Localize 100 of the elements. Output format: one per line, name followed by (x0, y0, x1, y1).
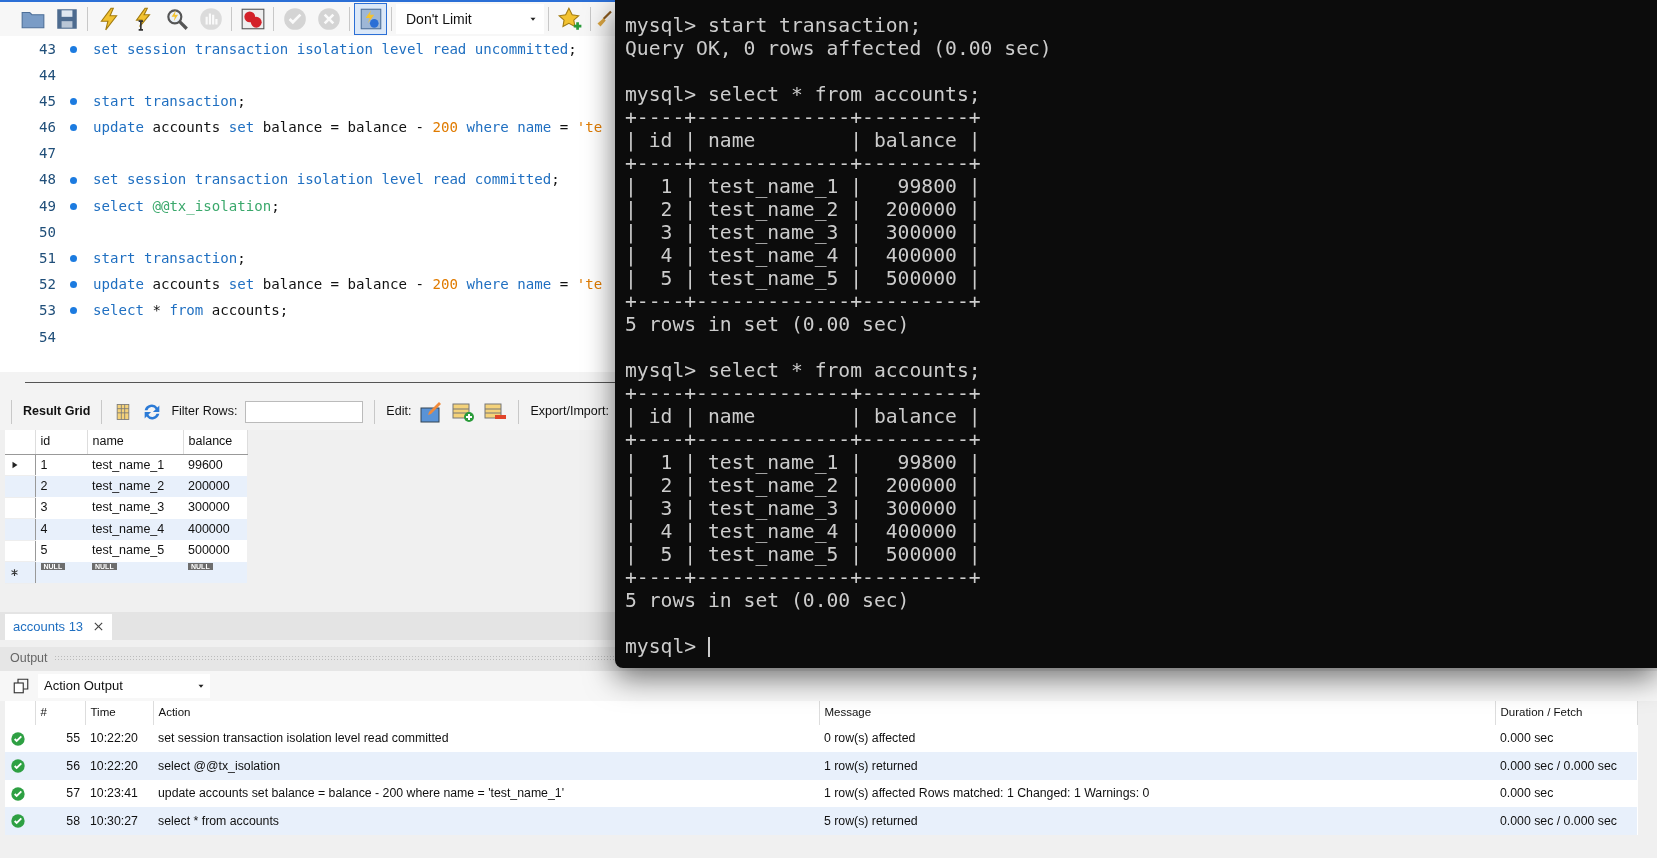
terminal-line: | 4 | test_name_4 | 400000 | (625, 520, 982, 543)
column-header[interactable]: id (35, 430, 87, 454)
terminal-line: mysql> select * from accounts; (625, 359, 982, 382)
terminal-line: +----+-------------+---------+ (625, 566, 982, 589)
line-number: 46 (38, 118, 56, 138)
cross-icon (315, 6, 342, 32)
line-number: 43 (38, 39, 56, 59)
table-cell: select @@tx_isolation (153, 752, 819, 780)
line-number: 48 (38, 170, 56, 190)
line-number: 45 (38, 91, 56, 111)
code-line: set session transaction isolation level read committed; (93, 170, 560, 190)
line-number: 53 (38, 301, 56, 321)
line-number: 47 (38, 144, 56, 164)
table-cell: 10:22:20 (85, 724, 153, 752)
table-cell: 0.000 sec (1495, 724, 1637, 752)
check-icon (281, 6, 308, 32)
table-cell: 57 (35, 779, 85, 807)
terminal-line: +----+-------------+---------+ (625, 106, 982, 129)
line-number: 49 (38, 196, 56, 216)
column-header[interactable]: balance (183, 430, 247, 454)
terminal-line: mysql> select * from accounts; (625, 83, 982, 106)
terminal-line: | 3 | test_name_3 | 300000 | (625, 221, 982, 244)
pencil-icon[interactable] (419, 399, 444, 424)
close-icon[interactable] (93, 621, 105, 633)
table-cell: 99600 (183, 454, 247, 476)
line-number: 44 (38, 65, 56, 85)
code-line: select * from accounts; (93, 301, 289, 321)
brush-icon (596, 10, 614, 28)
column-header[interactable]: Action (153, 700, 819, 725)
terminal-line: | 5 | test_name_5 | 500000 | (625, 267, 982, 290)
output-type-select[interactable]: Action Output (38, 673, 210, 698)
table-cell: 1 row(s) affected Rows matched: 1 Changed: 1 Warnings: 0 (819, 779, 1495, 807)
table-cell: 55 (35, 724, 85, 752)
terminal-line: +----+-------------+---------+ (625, 382, 982, 405)
table-cell: 5 (35, 540, 87, 562)
terminal-line: | 1 | test_name_1 | 99800 | (625, 451, 982, 474)
table-cell: test_name_3 (87, 497, 183, 519)
line-number: 50 (38, 222, 56, 242)
table-cell: update accounts set balance = balance - 200 where name = 'test_name_1' (153, 779, 819, 807)
table-cell: 0.000 sec (1495, 779, 1637, 807)
edit-label: Edit: (386, 403, 412, 421)
column-header[interactable]: Duration / Fetch (1495, 700, 1637, 725)
text-cursor (708, 636, 711, 657)
terminal-line: | id | name | balance | (625, 129, 982, 152)
table-cell: 10:23:41 (85, 779, 153, 807)
table-cell: 5 row(s) returned (819, 807, 1495, 835)
terminal-line: +----+-------------+---------+ (625, 152, 982, 175)
table-cell: 3 (35, 497, 87, 519)
terminal-line: | 3 | test_name_3 | 300000 | (625, 497, 982, 520)
code-line: set session transaction isolation level read uncommitted; (93, 39, 577, 59)
table-cell: test_name_4 (87, 518, 183, 540)
result-grid-tab[interactable]: Result Grid (23, 402, 91, 421)
table-cell: set session transaction isolation level read committed (153, 724, 819, 752)
filter-label: Filter Rows: (171, 403, 238, 421)
column-header[interactable]: name (87, 430, 183, 454)
code-line: update accounts set balance = balance - 200 where name = 'te (93, 275, 603, 295)
table-cell: 0 row(s) affected (819, 724, 1495, 752)
terminal-line: | 2 | test_name_2 | 200000 | (625, 474, 982, 497)
table-cell: select * from accounts (153, 807, 819, 835)
result-tab[interactable]: accounts 13 (5, 614, 113, 640)
toolbar-button[interactable] (354, 3, 387, 35)
table-cell: 0.000 sec / 0.000 sec (1495, 807, 1637, 835)
code-line: start transaction; (93, 249, 246, 268)
table-cell: test_name_5 (87, 540, 183, 562)
line-number: 52 (38, 275, 56, 295)
table-cell: 500000 (183, 540, 247, 562)
table-cell: 400000 (183, 518, 247, 540)
column-header[interactable]: Message (819, 700, 1495, 725)
table-cell: 300000 (183, 497, 247, 519)
copy-icon[interactable] (12, 676, 30, 695)
terminal-line: +----+-------------+---------+ (625, 428, 982, 451)
table-cell: 1 row(s) returned (819, 752, 1495, 780)
terminal-line: +----+-------------+---------+ (625, 290, 982, 313)
table-cell: 10:30:27 (85, 807, 153, 835)
line-number: 51 (38, 249, 56, 268)
terminal-line: | id | name | balance | (625, 405, 982, 428)
terminal-line: Query OK, 0 rows affected (0.00 sec) (625, 37, 1053, 60)
table-cell: 10:22:20 (85, 752, 153, 780)
table-cell: test_name_2 (87, 475, 183, 497)
table-cell: 56 (35, 752, 85, 780)
filter-field[interactable] (245, 400, 364, 423)
export-import-label: Export/Import: (530, 403, 609, 421)
table-cell: 58 (35, 807, 85, 835)
terminal-line: | 4 | test_name_4 | 400000 | (625, 244, 982, 267)
table-cell: test_name_1 (87, 454, 183, 476)
terminal-line: 5 rows in set (0.00 sec) (625, 589, 911, 612)
panel-title: Output (10, 650, 48, 668)
line-number: 54 (38, 327, 56, 347)
terminal-line: | 5 | test_name_5 | 500000 | (625, 543, 982, 566)
terminal-line: mysql> start transaction; (625, 14, 923, 37)
terminal-line: | 1 | test_name_1 | 99800 | (625, 175, 982, 198)
terminal-line: | 2 | test_name_2 | 200000 | (625, 198, 982, 221)
table-cell: 200000 (183, 475, 247, 497)
asterisk-icon (10, 568, 19, 578)
terminal-prompt: mysql> (625, 635, 697, 658)
table-cell: 0.000 sec / 0.000 sec (1495, 752, 1637, 780)
code-line: start transaction; (93, 91, 246, 111)
limit-select[interactable]: Don't Limit (396, 4, 544, 34)
terminal-line: 5 rows in set (0.00 sec) (625, 313, 911, 336)
code-line: update accounts set balance = balance - 200 where name = 'te (93, 118, 603, 138)
